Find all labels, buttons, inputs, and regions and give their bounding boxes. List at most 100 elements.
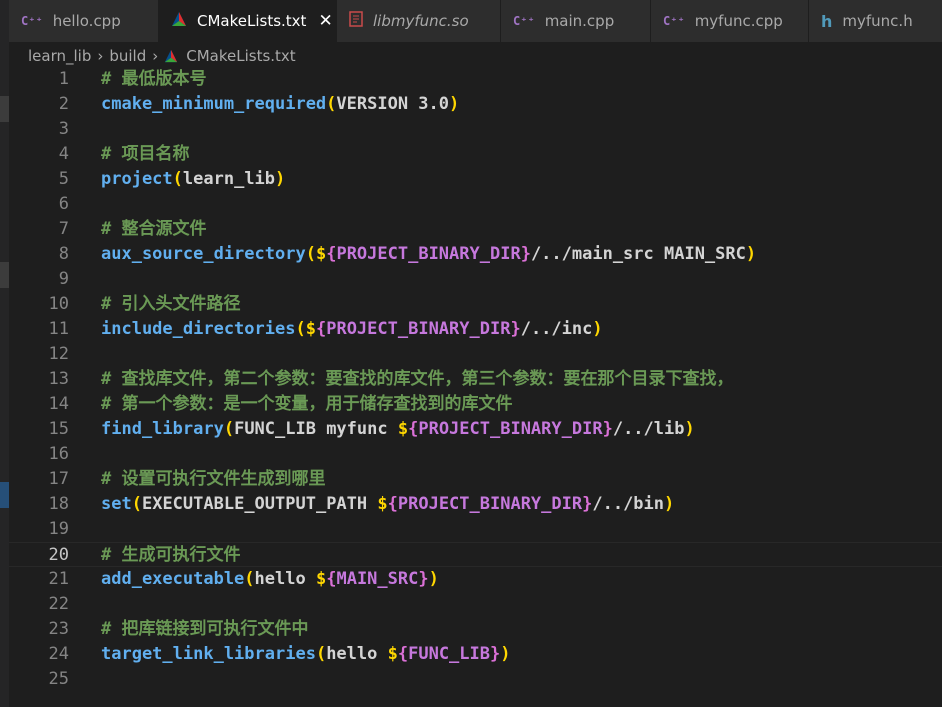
code-line[interactable]: 12 bbox=[9, 342, 942, 367]
code-line[interactable]: 9 bbox=[9, 267, 942, 292]
code-token: # 查找库文件，第二个参数：要查找的库文件，第三个参数：要在那个目录下查找， bbox=[101, 369, 734, 389]
code-text: # 最低版本号 bbox=[101, 67, 206, 92]
code-line[interactable]: 13 # 查找库文件，第二个参数：要查找的库文件，第三个参数：要在那个目录下查找， bbox=[9, 367, 942, 392]
close-icon[interactable]: ✕ bbox=[318, 11, 332, 31]
code-line[interactable]: 11 include_directories(${PROJECT_BINARY_D… bbox=[9, 317, 942, 342]
tab-cmakelists[interactable]: CMakeLists.txt ✕ bbox=[159, 0, 337, 42]
code-token: # 设置可执行文件生成到哪里 bbox=[101, 469, 326, 489]
line-number: 10 bbox=[48, 294, 69, 314]
cpp-icon: C⁺⁺ bbox=[663, 14, 685, 28]
code-token: } bbox=[510, 319, 521, 339]
code-token: { bbox=[326, 244, 337, 264]
code-line[interactable]: 7 # 整合源文件 bbox=[9, 217, 942, 242]
code-token: aux_source_directory bbox=[101, 244, 306, 264]
line-number: 2 bbox=[58, 94, 69, 114]
line-number: 8 bbox=[58, 244, 69, 264]
code-line[interactable]: 3 bbox=[9, 117, 942, 142]
cmake-icon bbox=[164, 49, 178, 63]
code-token: ) bbox=[592, 319, 603, 339]
code-text: find_library(FUNC_LIB myfunc ${PROJECT_B… bbox=[101, 417, 695, 442]
code-line[interactable]: 22 bbox=[9, 592, 942, 617]
cpp-icon: C⁺⁺ bbox=[21, 14, 43, 28]
code-line[interactable]: 18 set(EXECUTABLE_OUTPUT_PATH ${PROJECT_B… bbox=[9, 492, 942, 517]
code-token: # 整合源文件 bbox=[101, 219, 207, 239]
code-line[interactable]: 20 # 生成可执行文件 bbox=[9, 542, 942, 567]
code-token: EXECUTABLE_OUTPUT_PATH bbox=[141, 494, 378, 514]
code-text: # 查找库文件，第二个参数：要查找的库文件，第三个参数：要在那个目录下查找， bbox=[101, 367, 733, 392]
code-token: } bbox=[520, 244, 531, 264]
code-token: ) bbox=[500, 644, 511, 664]
code-token: /../main_src MAIN_SRC bbox=[530, 244, 746, 264]
code-line[interactable]: 17 # 设置可执行文件生成到哪里 bbox=[9, 467, 942, 492]
code-editor[interactable]: 1 # 最低版本号 2 cmake_minimum_required(VERSION … bbox=[9, 67, 942, 692]
code-token: ( bbox=[172, 169, 183, 189]
breadcrumb-item[interactable]: CMakeLists.txt bbox=[186, 47, 295, 65]
code-line[interactable]: 16 bbox=[9, 442, 942, 467]
code-token: # 把库链接到可执行文件中 bbox=[101, 619, 309, 639]
tab-label: myfunc.cpp bbox=[694, 12, 783, 30]
code-line[interactable]: 19 bbox=[9, 517, 942, 542]
code-text: # 设置可执行文件生成到哪里 bbox=[101, 467, 325, 492]
line-number: 7 bbox=[58, 219, 69, 239]
code-text: cmake_minimum_required(VERSION 3.0) bbox=[101, 92, 459, 117]
line-number: 11 bbox=[48, 319, 69, 339]
code-line[interactable]: 24 target_link_libraries(hello ${FUNC_LIB… bbox=[9, 642, 942, 667]
code-token: target_link_libraries bbox=[101, 644, 316, 664]
code-token: # 最低版本号 bbox=[101, 69, 207, 89]
code-line[interactable]: 8 aux_source_directory(${PROJECT_BINARY_D… bbox=[9, 242, 942, 267]
tab-label: libmyfunc.so bbox=[373, 12, 469, 30]
code-token: VERSION 3.0 bbox=[336, 94, 450, 114]
activity-marker bbox=[0, 96, 9, 122]
code-line[interactable]: 5 project(learn_lib) bbox=[9, 167, 942, 192]
code-text: add_executable(hello ${MAIN_SRC}) bbox=[101, 567, 439, 592]
editor-tab-bar: C⁺⁺ hello.cpp CMakeLists.txt ✕ libmyfunc… bbox=[9, 0, 942, 42]
line-number: 3 bbox=[58, 119, 69, 139]
code-token: ( bbox=[326, 94, 337, 114]
activity-marker-active bbox=[0, 482, 9, 508]
tab-label: main.cpp bbox=[544, 12, 615, 30]
code-token: ) bbox=[684, 419, 695, 439]
code-line[interactable]: 10 # 引入头文件路径 bbox=[9, 292, 942, 317]
code-line[interactable]: 25 bbox=[9, 667, 942, 692]
tab-label: hello.cpp bbox=[52, 12, 121, 30]
breadcrumb-item[interactable]: build bbox=[109, 47, 146, 65]
code-token: } bbox=[418, 569, 429, 589]
line-number: 25 bbox=[48, 669, 69, 689]
breadcrumb-item[interactable]: learn_lib bbox=[28, 47, 91, 65]
activity-marker bbox=[0, 262, 9, 288]
code-token: PROJECT_BINARY_DIR bbox=[326, 319, 511, 339]
line-number: 5 bbox=[58, 169, 69, 189]
code-token: set bbox=[101, 494, 132, 514]
code-line[interactable]: 4 # 项目名称 bbox=[9, 142, 942, 167]
code-token: add_executable bbox=[101, 569, 245, 589]
code-line[interactable]: 6 bbox=[9, 192, 942, 217]
code-line[interactable]: 1 # 最低版本号 bbox=[9, 67, 942, 92]
breadcrumb: learn_lib › build › CMakeLists.txt bbox=[28, 44, 296, 68]
tab-label: myfunc.h bbox=[842, 12, 913, 30]
h-icon: h bbox=[821, 11, 833, 31]
line-number: 14 bbox=[48, 394, 69, 414]
tab-myfunc-h[interactable]: h myfunc.h bbox=[809, 0, 942, 42]
code-token: { bbox=[315, 319, 327, 339]
code-token: ( bbox=[244, 569, 255, 589]
tab-myfunc-cpp[interactable]: C⁺⁺ myfunc.cpp bbox=[651, 0, 809, 42]
code-text: # 项目名称 bbox=[101, 142, 189, 167]
tab-hello-cpp[interactable]: C⁺⁺ hello.cpp bbox=[9, 0, 159, 42]
code-line[interactable]: 15 find_library(FUNC_LIB myfunc ${PROJECT… bbox=[9, 417, 942, 442]
tab-main-cpp[interactable]: C⁺⁺ main.cpp bbox=[501, 0, 651, 42]
code-token: include_directories bbox=[101, 319, 296, 339]
code-token: { bbox=[387, 494, 398, 514]
code-line[interactable]: 23 # 把库链接到可执行文件中 bbox=[9, 617, 942, 642]
code-line[interactable]: 21 add_executable(hello ${MAIN_SRC}) bbox=[9, 567, 942, 592]
activity-strip bbox=[0, 0, 9, 707]
code-token: ( bbox=[305, 244, 316, 264]
code-line[interactable]: 2 cmake_minimum_required(VERSION 3.0) bbox=[9, 92, 942, 117]
cmake-icon bbox=[171, 11, 187, 31]
code-token: project bbox=[101, 169, 173, 189]
code-token: $ bbox=[305, 319, 316, 339]
tab-libmyfunc-so[interactable]: libmyfunc.so bbox=[337, 0, 501, 42]
code-token: ) bbox=[449, 94, 460, 114]
code-token: cmake_minimum_required bbox=[101, 94, 327, 114]
code-token: ) bbox=[664, 494, 675, 514]
code-line[interactable]: 14 # 第一个参数：是一个变量，用于储存查找到的库文件 bbox=[9, 392, 942, 417]
